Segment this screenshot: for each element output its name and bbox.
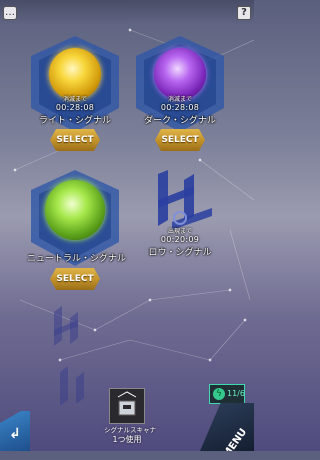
timer-value: 00:28:08: [55, 103, 95, 112]
chat-icon[interactable]: …: [3, 6, 17, 20]
scanner-usage: 1つ使用: [112, 435, 142, 444]
scanner-icon: [109, 388, 145, 424]
timer-label: 出現まで: [167, 228, 192, 235]
select-button[interactable]: SELECT: [50, 268, 100, 290]
top-bar: … ?: [0, 0, 254, 24]
return-arrow-icon: ↲: [9, 426, 21, 442]
signal-name: ニュートラル・シグナル: [27, 254, 127, 264]
menu-label: MENU: [220, 426, 249, 460]
timer-label: 消滅まで: [167, 96, 192, 103]
signal-card-law[interactable]: 出現まで 00:20:09 ロウ・シグナル: [132, 170, 228, 270]
help-button[interactable]: ?: [237, 6, 251, 20]
timer-label: 消滅まで: [62, 96, 87, 103]
lightning-icon: ϟ: [213, 388, 225, 400]
select-button[interactable]: SELECT: [155, 129, 205, 151]
signal-name: ライト・シグナル: [38, 116, 111, 126]
energy-counter: ϟ 11/6: [209, 384, 245, 404]
timer-value: 00:28:08: [160, 103, 200, 112]
signal-card-light[interactable]: 消滅まで 00:28:08 ライト・シグナル SELECT: [27, 36, 123, 156]
signal-name: ダーク・シグナル: [144, 116, 216, 126]
select-button[interactable]: SELECT: [50, 129, 100, 151]
light-orb-icon: [49, 48, 101, 100]
signal-scanner-button[interactable]: シグナルスキャナ 1つ使用: [104, 388, 156, 451]
dark-orb-icon: [154, 48, 206, 100]
scanner-name: シグナルスキャナ: [104, 426, 156, 434]
energy-value: 11/6: [227, 389, 245, 398]
signal-card-neutral[interactable]: ニュートラル・シグナル SELECT: [27, 170, 127, 294]
timer-value: 00:20:09: [160, 235, 200, 244]
signal-name: ロウ・シグナル: [148, 248, 212, 258]
neutral-orb-icon: [45, 180, 105, 240]
signal-card-dark[interactable]: 消滅まで 00:28:08 ダーク・シグナル SELECT: [132, 36, 228, 156]
